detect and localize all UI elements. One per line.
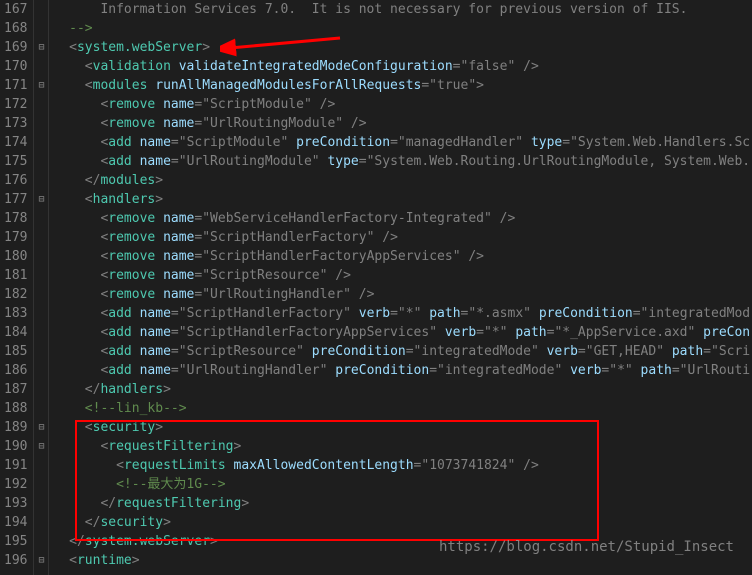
fold-toggle bbox=[34, 361, 48, 380]
line-number: 171 bbox=[4, 76, 27, 95]
fold-toggle[interactable]: ⊟ bbox=[34, 38, 48, 57]
line-number: 181 bbox=[4, 266, 27, 285]
fold-toggle bbox=[34, 95, 48, 114]
fold-toggle bbox=[34, 342, 48, 361]
line-number: 173 bbox=[4, 114, 27, 133]
code-line[interactable]: <remove name="UrlRoutingHandler" /> bbox=[53, 285, 752, 304]
fold-toggle bbox=[34, 532, 48, 551]
fold-toggle bbox=[34, 399, 48, 418]
fold-toggle[interactable]: ⊟ bbox=[34, 437, 48, 456]
code-line[interactable]: <add name="ScriptResource" preCondition=… bbox=[53, 342, 752, 361]
line-number: 180 bbox=[4, 247, 27, 266]
code-line[interactable]: <remove name="ScriptHandlerFactoryAppSer… bbox=[53, 247, 752, 266]
fold-toggle bbox=[34, 266, 48, 285]
fold-toggle bbox=[34, 494, 48, 513]
code-line[interactable]: <add name="ScriptHandlerFactoryAppServic… bbox=[53, 323, 752, 342]
line-number: 182 bbox=[4, 285, 27, 304]
line-number: 168 bbox=[4, 19, 27, 38]
line-number: 167 bbox=[4, 0, 27, 19]
line-number: 189 bbox=[4, 418, 27, 437]
line-number: 176 bbox=[4, 171, 27, 190]
line-number: 187 bbox=[4, 380, 27, 399]
fold-toggle[interactable]: ⊟ bbox=[34, 190, 48, 209]
code-line[interactable]: <modules runAllManagedModulesForAllReque… bbox=[53, 76, 752, 95]
line-number: 194 bbox=[4, 513, 27, 532]
line-number: 179 bbox=[4, 228, 27, 247]
code-line[interactable]: --> bbox=[53, 19, 752, 38]
line-number: 196 bbox=[4, 551, 27, 570]
code-line[interactable]: <add name="ScriptHandlerFactory" verb="*… bbox=[53, 304, 752, 323]
fold-toggle bbox=[34, 114, 48, 133]
line-number: 186 bbox=[4, 361, 27, 380]
fold-toggle bbox=[34, 171, 48, 190]
line-number-gutter: 1671681691701711721731741751761771781791… bbox=[0, 0, 34, 575]
code-line[interactable]: <add name="UrlRoutingModule" type="Syste… bbox=[53, 152, 752, 171]
fold-toggle bbox=[34, 380, 48, 399]
code-line[interactable]: <remove name="ScriptModule" /> bbox=[53, 95, 752, 114]
annotation-highlight-box bbox=[75, 420, 599, 541]
fold-toggle bbox=[34, 513, 48, 532]
line-number: 185 bbox=[4, 342, 27, 361]
annotation-arrow bbox=[220, 30, 350, 60]
code-line[interactable]: <add name="UrlRoutingHandler" preConditi… bbox=[53, 361, 752, 380]
code-line[interactable]: <add name="ScriptModule" preCondition="m… bbox=[53, 133, 752, 152]
code-line[interactable]: <!--lin_kb--> bbox=[53, 399, 752, 418]
fold-toggle bbox=[34, 228, 48, 247]
fold-gutter[interactable]: ⊟⊟⊟⊟⊟⊟ bbox=[34, 0, 49, 575]
code-line[interactable]: </handlers> bbox=[53, 380, 752, 399]
fold-toggle[interactable]: ⊟ bbox=[34, 418, 48, 437]
code-line[interactable]: <system.webServer> bbox=[53, 38, 752, 57]
fold-toggle bbox=[34, 209, 48, 228]
watermark: https://blog.csdn.net/Stupid_Insect bbox=[439, 539, 734, 555]
line-number: 193 bbox=[4, 494, 27, 513]
line-number: 177 bbox=[4, 190, 27, 209]
fold-toggle bbox=[34, 57, 48, 76]
line-number: 184 bbox=[4, 323, 27, 342]
fold-toggle bbox=[34, 285, 48, 304]
fold-toggle bbox=[34, 323, 48, 342]
code-line[interactable]: <remove name="WebServiceHandlerFactory-I… bbox=[53, 209, 752, 228]
fold-toggle bbox=[34, 0, 48, 19]
code-line[interactable]: <remove name="ScriptHandlerFactory" /> bbox=[53, 228, 752, 247]
line-number: 183 bbox=[4, 304, 27, 323]
line-number: 172 bbox=[4, 95, 27, 114]
line-number: 191 bbox=[4, 456, 27, 475]
code-line[interactable]: </modules> bbox=[53, 171, 752, 190]
code-line[interactable]: <remove name="UrlRoutingModule" /> bbox=[53, 114, 752, 133]
line-number: 170 bbox=[4, 57, 27, 76]
fold-toggle[interactable]: ⊟ bbox=[34, 76, 48, 95]
fold-toggle bbox=[34, 19, 48, 38]
line-number: 178 bbox=[4, 209, 27, 228]
fold-toggle bbox=[34, 456, 48, 475]
code-line[interactable]: <remove name="ScriptResource" /> bbox=[53, 266, 752, 285]
code-line[interactable]: <validation validateIntegratedModeConfig… bbox=[53, 57, 752, 76]
fold-toggle bbox=[34, 475, 48, 494]
line-number: 195 bbox=[4, 532, 27, 551]
line-number: 174 bbox=[4, 133, 27, 152]
line-number: 175 bbox=[4, 152, 27, 171]
fold-toggle bbox=[34, 304, 48, 323]
line-number: 190 bbox=[4, 437, 27, 456]
line-number: 188 bbox=[4, 399, 27, 418]
fold-toggle bbox=[34, 152, 48, 171]
code-line[interactable]: Information Services 7.0. It is not nece… bbox=[53, 0, 752, 19]
fold-toggle bbox=[34, 133, 48, 152]
line-number: 192 bbox=[4, 475, 27, 494]
fold-toggle bbox=[34, 247, 48, 266]
code-line[interactable]: <handlers> bbox=[53, 190, 752, 209]
fold-toggle[interactable]: ⊟ bbox=[34, 551, 48, 570]
line-number: 169 bbox=[4, 38, 27, 57]
